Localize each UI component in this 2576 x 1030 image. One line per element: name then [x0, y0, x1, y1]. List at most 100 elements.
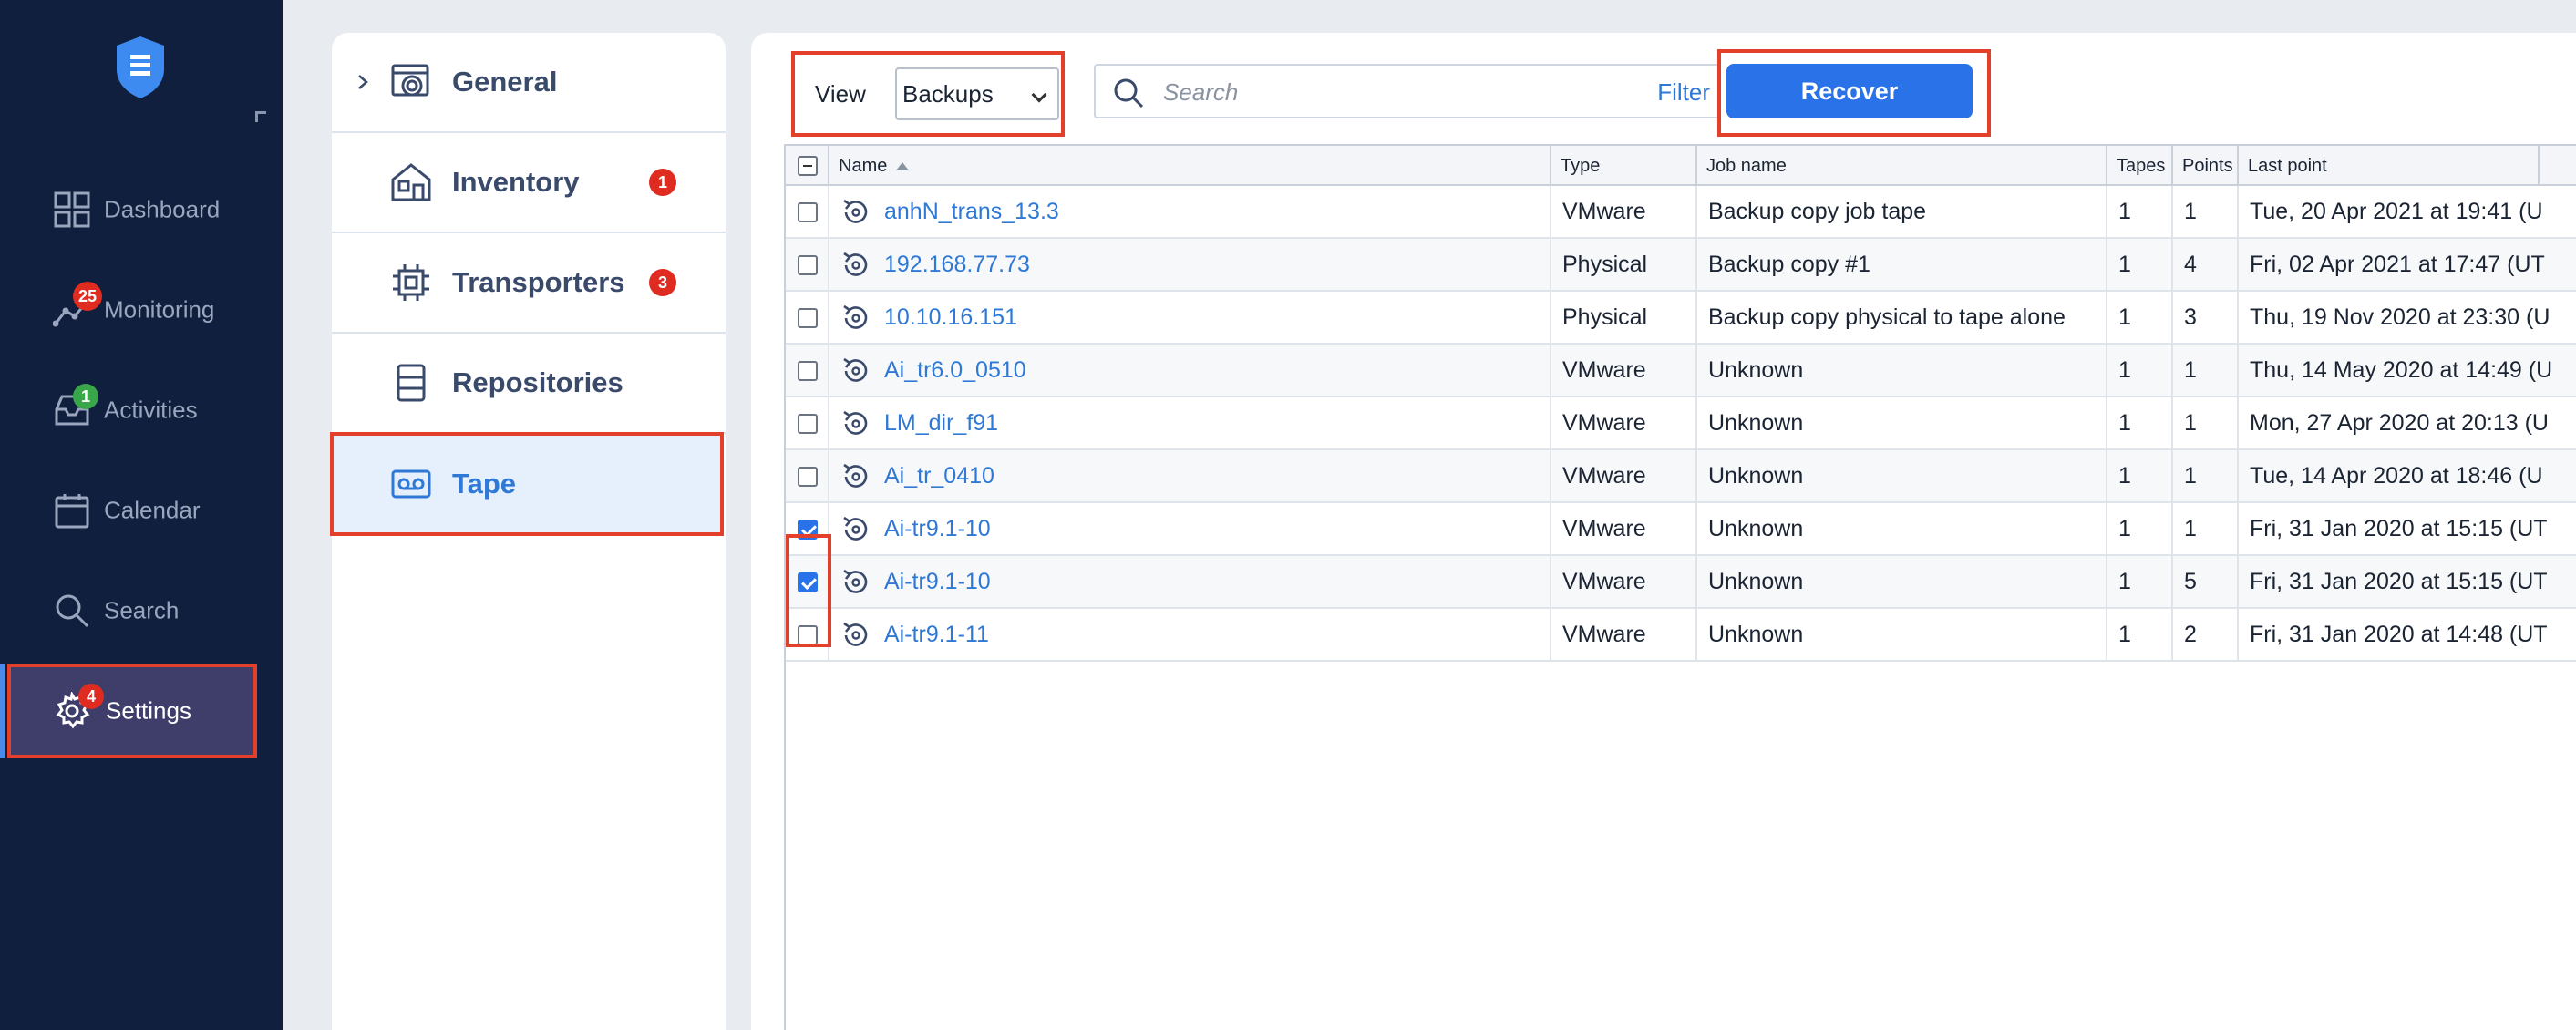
cell-type: VMware	[1551, 609, 1697, 660]
cell-job: Unknown	[1697, 450, 2107, 501]
settings-menu-transporters[interactable]: Transporters 3	[332, 233, 726, 334]
cell-name[interactable]: 10.10.16.151	[829, 292, 1551, 343]
row-checkbox-cell	[786, 503, 829, 554]
cell-type: Physical	[1551, 239, 1697, 290]
table-row[interactable]: Ai-tr9.1-11 VMware Unknown 1 2 Fri, 31 Jan 20…	[786, 609, 2576, 662]
search-icon	[1114, 78, 1144, 108]
recover-button[interactable]: Recover	[1726, 64, 1973, 118]
row-checkbox[interactable]	[798, 520, 818, 540]
row-checkbox[interactable]	[798, 467, 818, 487]
row-checkbox-cell	[786, 609, 829, 660]
row-checkbox[interactable]	[798, 414, 818, 434]
cell-points: 2	[2173, 609, 2239, 660]
chevron-right-icon[interactable]	[354, 73, 372, 91]
table-row[interactable]: 10.10.16.151 Physical Backup copy physical…	[786, 292, 2576, 345]
table-header: Name Type Job name Tapes Points Last poi…	[786, 144, 2576, 186]
sidebar-item-calendar[interactable]: Calendar	[0, 460, 283, 561]
filter-link[interactable]: Filter	[1657, 78, 1710, 107]
sidebar-item-search[interactable]: Search	[0, 561, 283, 661]
cell-name[interactable]: LM_dir_f91	[829, 397, 1551, 448]
sidebar-item-monitoring[interactable]: 25 Monitoring	[0, 260, 283, 360]
sidebar-item-label: Dashboard	[104, 195, 221, 223]
sidebar-item-dashboard[interactable]: Dashboard	[0, 160, 283, 260]
activities-badge: 1	[73, 384, 98, 409]
sidebar-item-label: Search	[104, 596, 180, 624]
column-header-label: Name	[839, 156, 888, 176]
settings-menu-tape[interactable]: Tape	[330, 432, 724, 536]
app-logo-icon[interactable]	[113, 35, 168, 100]
sidebar-item-label: Activities	[104, 396, 198, 424]
active-indicator	[0, 664, 5, 758]
view-select[interactable]: Backups	[895, 67, 1059, 120]
transporters-badge: 3	[649, 269, 676, 296]
table-row[interactable]: Ai_tr6.0_0510 VMware Unknown 1 1 Thu, 14 May …	[786, 345, 2576, 397]
cell-tapes: 1	[2107, 186, 2173, 237]
cell-name[interactable]: 192.168.77.73	[829, 239, 1551, 290]
monitoring-badge: 25	[73, 282, 102, 311]
cell-name[interactable]: Ai_tr_0410	[829, 450, 1551, 501]
cell-name[interactable]: Ai-tr9.1-11	[829, 609, 1551, 660]
settings-badge: 4	[78, 684, 104, 709]
search-icon	[56, 594, 89, 628]
column-header-last-point[interactable]: Last point	[2239, 146, 2540, 186]
table-row[interactable]: anhN_trans_13.3 VMware Backup copy job tap…	[786, 186, 2576, 239]
search-input[interactable]	[1163, 71, 1619, 113]
cell-name[interactable]: anhN_trans_13.3	[829, 186, 1551, 237]
cell-points: 1	[2173, 450, 2239, 501]
row-checkbox-cell	[786, 450, 829, 501]
tape-icon	[391, 469, 431, 499]
sidebar-item-label: Settings	[106, 696, 191, 725]
row-checkbox-cell	[786, 345, 829, 396]
cell-tapes: 1	[2107, 556, 2173, 607]
row-checkbox[interactable]	[798, 361, 818, 381]
row-checkbox[interactable]	[798, 625, 818, 645]
row-checkbox[interactable]	[798, 202, 818, 222]
cell-points: 1	[2173, 397, 2239, 448]
settings-menu-general[interactable]: General	[332, 33, 726, 133]
cell-last: Tue, 20 Apr 2021 at 19:41 (U	[2239, 186, 2576, 237]
cell-type: VMware	[1551, 556, 1697, 607]
row-checkbox[interactable]	[798, 308, 818, 328]
row-checkbox[interactable]	[798, 255, 818, 275]
cell-tapes: 1	[2107, 450, 2173, 501]
cell-name[interactable]: Ai-tr9.1-10	[829, 503, 1551, 554]
cell-last: Thu, 19 Nov 2020 at 23:30 (U	[2239, 292, 2576, 343]
select-all-checkbox[interactable]	[798, 156, 818, 176]
table-row[interactable]: LM_dir_f91 VMware Unknown 1 1 Mon, 27 Apr 202…	[786, 397, 2576, 450]
sidebar-item-settings[interactable]: 4 Settings	[7, 664, 257, 758]
menu-item-label: Inventory	[452, 166, 580, 198]
table-row[interactable]: Ai-tr9.1-10 VMware Unknown 1 1 Fri, 31 Jan 20…	[786, 503, 2576, 556]
cell-last: Fri, 31 Jan 2020 at 15:15 (UT	[2239, 556, 2576, 607]
cell-points: 3	[2173, 292, 2239, 343]
chevron-down-icon	[1031, 87, 1047, 103]
view-label: View	[815, 80, 866, 108]
cell-type: Physical	[1551, 292, 1697, 343]
sidebar-item-activities[interactable]: 1 Activities	[0, 360, 283, 460]
cell-tapes: 1	[2107, 345, 2173, 396]
column-header-points[interactable]: Points	[2173, 146, 2239, 186]
sidebar-collapse-handle[interactable]	[255, 111, 266, 122]
settings-menu-inventory[interactable]: Inventory 1	[332, 133, 726, 233]
calendar-icon	[55, 494, 89, 529]
column-header-type[interactable]: Type	[1551, 146, 1697, 186]
row-checkbox[interactable]	[798, 572, 818, 592]
column-header-tapes[interactable]: Tapes	[2107, 146, 2173, 186]
cell-type: VMware	[1551, 345, 1697, 396]
menu-item-label: Tape	[452, 468, 517, 500]
table-row[interactable]: 192.168.77.73 Physical Backup copy #1 1 4 Fri…	[786, 239, 2576, 292]
row-checkbox-cell	[786, 239, 829, 290]
table-row[interactable]: Ai_tr_0410 VMware Unknown 1 1 Tue, 14 Apr 202…	[786, 450, 2576, 503]
cell-last: Fri, 31 Jan 2020 at 14:48 (UT	[2239, 609, 2576, 660]
cell-points: 1	[2173, 186, 2239, 237]
cell-job: Backup copy job tape	[1697, 186, 2107, 237]
general-settings-icon	[391, 64, 429, 97]
cell-last: Fri, 31 Jan 2020 at 15:15 (UT	[2239, 503, 2576, 554]
view-select-value: Backups	[902, 80, 994, 108]
column-header-job-name[interactable]: Job name	[1697, 146, 2107, 186]
cell-name[interactable]: Ai-tr9.1-10	[829, 556, 1551, 607]
column-header-name[interactable]: Name	[829, 146, 1551, 186]
cell-tapes: 1	[2107, 292, 2173, 343]
cell-name[interactable]: Ai_tr6.0_0510	[829, 345, 1551, 396]
settings-menu-repositories[interactable]: Repositories	[332, 334, 726, 434]
table-row[interactable]: Ai-tr9.1-10 VMware Unknown 1 5 Fri, 31 Jan 20…	[786, 556, 2576, 609]
